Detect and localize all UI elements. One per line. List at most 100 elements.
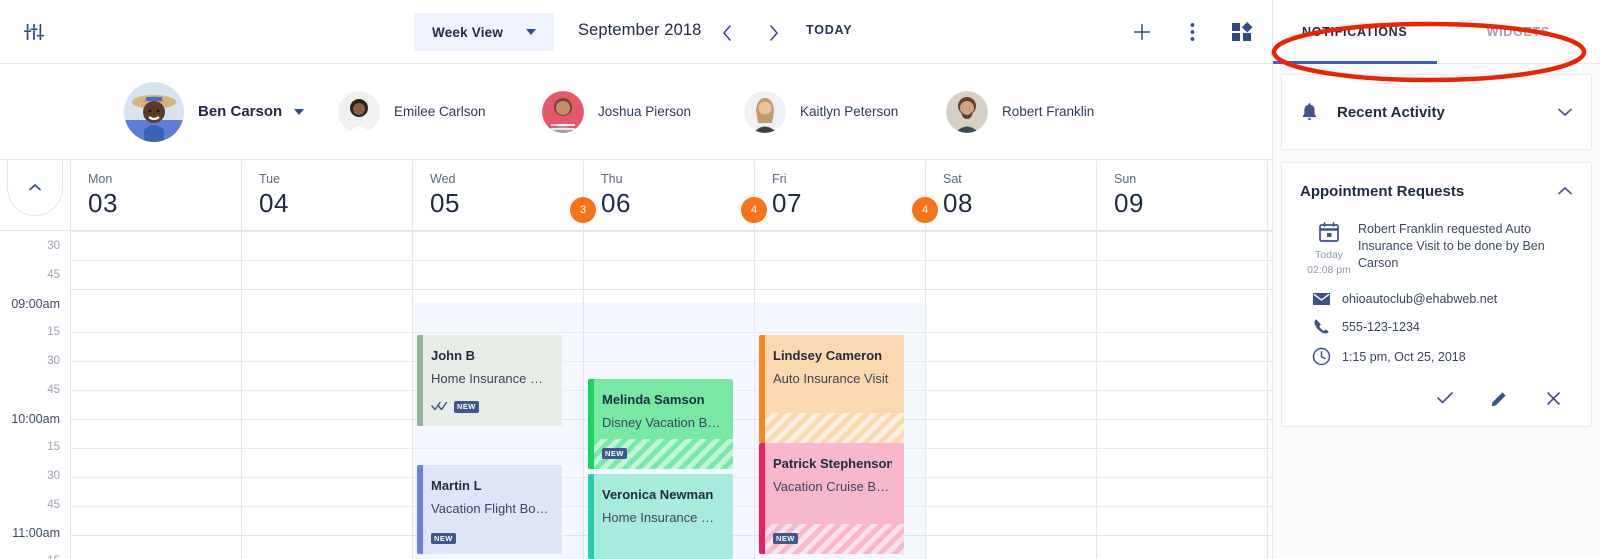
- chevron-up-icon[interactable]: [1557, 186, 1573, 196]
- day-column-mon[interactable]: [71, 231, 242, 559]
- request-phone: 555-123-1234: [1342, 319, 1420, 334]
- person-name: Robert Franklin: [1002, 104, 1095, 119]
- accept-request-button[interactable]: [1433, 386, 1457, 410]
- bell-icon: [1300, 102, 1319, 122]
- request-phone-line[interactable]: 555-123-1234: [1300, 318, 1573, 335]
- request-datetime: 1:15 pm, Oct 25, 2018: [1342, 349, 1466, 364]
- day-number: 03: [88, 188, 118, 218]
- new-badge: NEW: [431, 532, 456, 544]
- event-title: Martin L: [431, 478, 482, 493]
- clock-icon: [1300, 347, 1342, 366]
- request-email-line[interactable]: ohioautoclub@ehabweb.net: [1300, 292, 1573, 306]
- day-of-week: Thu: [601, 172, 623, 186]
- day-header-sat[interactable]: Sat 08: [926, 161, 1097, 231]
- event-title: Patrick Stephenson: [773, 456, 892, 471]
- person-chip[interactable]: Ben Carson: [124, 81, 305, 142]
- event-subtitle: Vacation Cruise Boo...: [773, 479, 892, 494]
- time-tick: 15: [47, 441, 60, 453]
- next-week-button[interactable]: [760, 20, 786, 46]
- more-vertical-icon[interactable]: [1176, 16, 1208, 48]
- day-header-mon[interactable]: Mon 03: [71, 161, 242, 231]
- day-of-week: Sat: [943, 172, 962, 186]
- event-card[interactable]: Lindsey Cameron Auto Insurance Visit: [759, 335, 904, 443]
- edit-request-button[interactable]: [1487, 386, 1511, 410]
- event-subtitle: Vacation Flight Booki...: [431, 501, 550, 516]
- recent-activity-header[interactable]: Recent Activity: [1282, 75, 1591, 149]
- event-badges: NEW: [602, 447, 627, 459]
- avatar: [338, 90, 380, 133]
- day-header-tue[interactable]: Tue 04: [242, 161, 413, 231]
- appointment-requests-header[interactable]: Appointment Requests: [1282, 163, 1591, 219]
- avatar: [124, 81, 184, 142]
- event-subtitle: Home Insurance Visit: [431, 371, 550, 386]
- calendar: Mon 03 Tue 04 Wed 05 3 Thu 06 4 Fri 07 4…: [0, 160, 1272, 559]
- request-datetime-line: 1:15 pm, Oct 25, 2018: [1300, 347, 1573, 366]
- event-card[interactable]: Martin L Vacation Flight Booki... NEW: [417, 465, 562, 554]
- time-tick: 30: [47, 470, 60, 482]
- calendar-app: Week View September 2018 TODAY Ben Carso…: [0, 0, 1600, 559]
- new-badge: NEW: [773, 532, 798, 544]
- event-card[interactable]: John B Home Insurance Visit NEW: [417, 335, 562, 426]
- plus-icon[interactable]: [1126, 16, 1158, 48]
- today-button[interactable]: TODAY: [806, 23, 852, 37]
- day-badge[interactable]: 3: [570, 197, 596, 223]
- time-tick: 15: [0, 555, 60, 559]
- time-tick: 09:00am: [11, 297, 60, 311]
- request-time-label: 02:08 pm: [1307, 264, 1351, 276]
- person-chip[interactable]: Kaitlyn Peterson: [744, 90, 898, 133]
- person-chip[interactable]: Emilee Carlson: [338, 90, 486, 133]
- day-column-sun[interactable]: [1097, 231, 1268, 559]
- tab-notifications[interactable]: NOTIFICATIONS: [1273, 0, 1437, 64]
- event-title: John B: [431, 348, 476, 363]
- chevron-down-icon[interactable]: [294, 108, 305, 115]
- envelope-icon: [1300, 292, 1342, 306]
- person-chip[interactable]: Joshua Pierson: [542, 90, 692, 133]
- time-tick: 30: [47, 355, 60, 367]
- day-header-fri[interactable]: Fri 07 4: [755, 161, 938, 231]
- appointment-requests-card: Appointment Requests Today 02:08 pm Robe…: [1281, 162, 1592, 427]
- day-header-thu[interactable]: Thu 06 4: [584, 161, 767, 231]
- day-column-sat[interactable]: [926, 231, 1097, 559]
- request-contact-info: ohioautoclub@ehabweb.net 555-123-1234 1:…: [1282, 276, 1591, 366]
- panel-tabs: NOTIFICATIONS WIDGETS: [1273, 0, 1600, 64]
- day-number: 07: [772, 188, 802, 218]
- day-header-sun[interactable]: Sun 09: [1097, 161, 1268, 231]
- event-card[interactable]: Melinda Samson Disney Vacation Boo... NE…: [588, 379, 733, 469]
- month-label: September 2018: [578, 21, 702, 39]
- time-tick: 30: [47, 240, 60, 252]
- chevron-down-icon[interactable]: [1557, 107, 1573, 117]
- event-color-bar: [417, 465, 423, 554]
- event-color-bar: [417, 335, 423, 426]
- double-check-icon: [431, 398, 448, 416]
- prev-week-button[interactable]: [714, 20, 740, 46]
- sliders-icon[interactable]: [20, 18, 48, 46]
- event-card[interactable]: Veronica Newman Home Insurance Visit: [588, 474, 733, 559]
- event-subtitle: Home Insurance Visit: [602, 510, 721, 525]
- event-title: Veronica Newman: [602, 487, 714, 502]
- tab-widgets[interactable]: WIDGETS: [1437, 0, 1600, 63]
- new-badge: NEW: [602, 447, 627, 459]
- request-email: ohioautoclub@ehabweb.net: [1342, 292, 1498, 306]
- day-column-tue[interactable]: [242, 231, 413, 559]
- view-select[interactable]: Week View: [414, 13, 554, 51]
- day-header-wed[interactable]: Wed 05 3: [413, 161, 596, 231]
- reject-request-button[interactable]: [1541, 386, 1565, 410]
- new-badge: NEW: [454, 401, 479, 413]
- person-name: Joshua Pierson: [598, 104, 692, 119]
- day-badge[interactable]: 4: [912, 197, 938, 223]
- day-number: 04: [259, 188, 289, 218]
- person-name: Ben Carson: [198, 103, 283, 120]
- event-badges: NEW: [431, 398, 479, 416]
- time-tick: 45: [47, 269, 60, 281]
- event-card[interactable]: Patrick Stephenson Vacation Cruise Boo..…: [759, 443, 904, 554]
- person-chip[interactable]: Robert Franklin: [946, 90, 1095, 133]
- avatar: [744, 90, 786, 133]
- day-badge[interactable]: 4: [741, 197, 767, 223]
- event-title: Lindsey Cameron: [773, 348, 883, 363]
- widgets-grid-icon[interactable]: [1226, 16, 1258, 48]
- appointment-request-item[interactable]: Today 02:08 pm Robert Franklin requested…: [1282, 219, 1591, 276]
- event-subtitle: Disney Vacation Boo...: [602, 415, 721, 430]
- event-subtitle: Auto Insurance Visit: [773, 371, 889, 386]
- person-name: Emilee Carlson: [394, 104, 486, 119]
- collapse-toggle-button[interactable]: [7, 160, 63, 216]
